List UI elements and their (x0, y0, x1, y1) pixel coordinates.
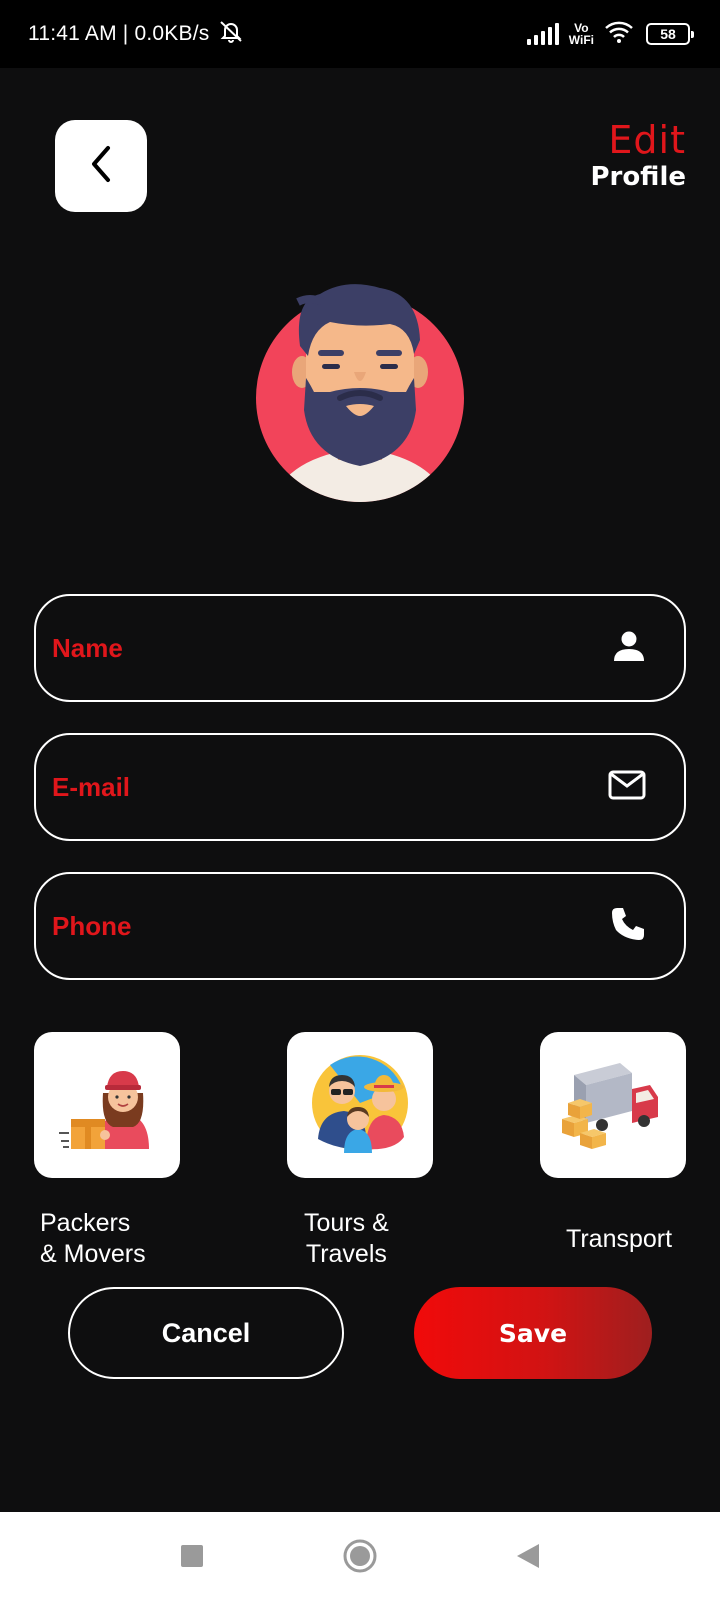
signal-icon (526, 23, 559, 45)
navigation-bar (0, 1512, 720, 1600)
home-icon[interactable] (338, 1534, 382, 1578)
status-right: Vo WiFi 58 (526, 20, 694, 49)
person-icon (612, 629, 646, 668)
status-bar: 11:41 AM | 0.0KB/s Vo WiFi 58 (0, 0, 720, 68)
mail-icon (608, 770, 646, 805)
title-edit: Edit (608, 118, 686, 162)
category-label-transport: Transport (566, 1225, 673, 1253)
recents-icon[interactable] (170, 1534, 214, 1578)
status-left: 11:41 AM | 0.0KB/s (28, 19, 245, 49)
mute-icon (217, 19, 245, 49)
name-field[interactable] (34, 594, 686, 702)
transport-truck-icon (558, 1053, 668, 1158)
chevron-left-icon (86, 144, 116, 189)
wifi-icon (604, 20, 634, 49)
battery-icon: 58 (646, 23, 694, 45)
email-field[interactable] (34, 733, 686, 841)
phone-input[interactable] (52, 910, 572, 942)
back-nav-icon[interactable] (506, 1534, 550, 1578)
save-button[interactable]: Save (414, 1287, 652, 1379)
vowifi-icon: Vo WiFi (569, 22, 594, 46)
category-label-tours: Tours & Travels (304, 1208, 389, 1270)
category-label-tours-line2: Travels (305, 1240, 387, 1268)
category-packers-movers[interactable] (34, 1032, 180, 1178)
status-time: 11:41 AM | 0.0KB/s (28, 22, 210, 45)
category-label-packers-line2: & Movers (40, 1240, 146, 1268)
tours-travels-icon (310, 1053, 410, 1158)
category-transport[interactable] (540, 1032, 686, 1178)
packers-movers-icon (57, 1053, 157, 1158)
category-label-packers: Packers & Movers (40, 1208, 146, 1270)
phone-icon (610, 906, 646, 947)
page-title: Edit Profile (590, 118, 686, 192)
battery-level: 58 (660, 26, 676, 42)
wifi-label: WiFi (568, 33, 594, 47)
category-label-packers-line1: Packers (40, 1209, 131, 1237)
back-button[interactable] (55, 120, 147, 212)
cancel-button[interactable]: Cancel (68, 1287, 344, 1379)
avatar[interactable] (250, 280, 470, 510)
email-input[interactable] (52, 771, 572, 803)
name-input[interactable] (52, 632, 572, 664)
category-tours-travels[interactable] (287, 1032, 433, 1178)
phone-field[interactable] (34, 872, 686, 980)
title-profile: Profile (590, 162, 686, 192)
category-label-tours-line1: Tours & (304, 1209, 389, 1237)
